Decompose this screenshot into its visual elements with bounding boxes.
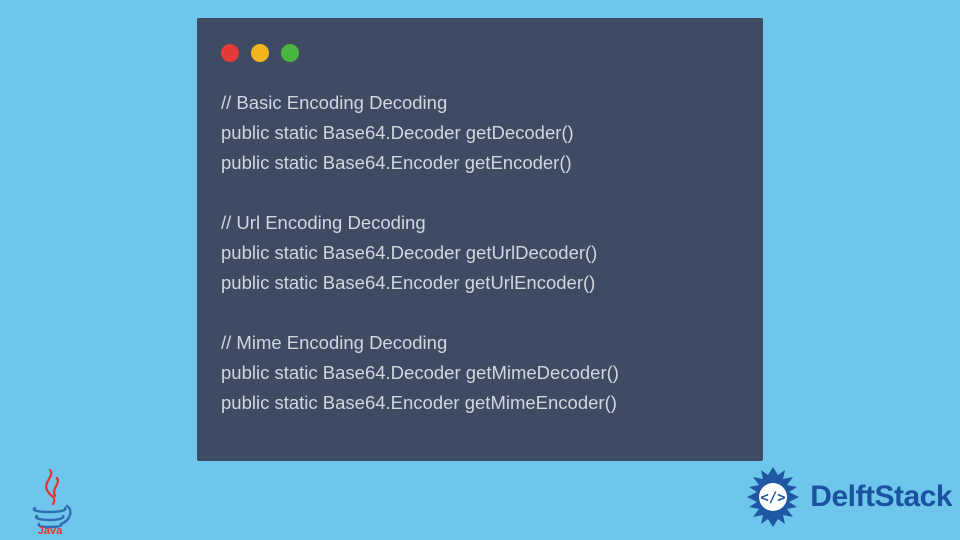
window-controls [221,44,739,62]
code-window: // Basic Encoding Decoding public static… [197,18,763,461]
java-label: Java [37,525,62,534]
delftstack-logo: </> DelftStack [738,462,952,532]
maximize-icon [281,44,299,62]
code-snippet: // Basic Encoding Decoding public static… [221,88,739,418]
java-logo: Java [22,468,77,534]
delftstack-label: DelftStack [810,480,952,514]
delftstack-icon: </> [738,462,808,532]
minimize-icon [251,44,269,62]
svg-text:</>: </> [761,490,786,506]
close-icon [221,44,239,62]
